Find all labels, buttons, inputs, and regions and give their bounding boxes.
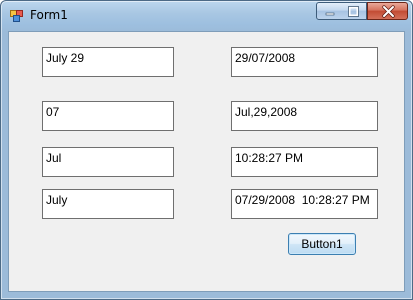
maximize-button[interactable] bbox=[341, 2, 367, 20]
textbox-right-4[interactable]: 07/29/2008 10:28:27 PM bbox=[231, 189, 378, 219]
textbox-left-1[interactable]: July 29 bbox=[42, 47, 174, 77]
textbox-right-3[interactable]: 10:28:27 PM bbox=[231, 147, 378, 177]
minimize-button[interactable] bbox=[316, 2, 342, 20]
textbox-left-3[interactable]: Jul bbox=[42, 147, 174, 177]
form-app-icon[interactable] bbox=[10, 8, 24, 22]
window-title: Form1 bbox=[30, 8, 68, 22]
textbox-right-1[interactable]: 29/07/2008 bbox=[231, 47, 378, 77]
button1[interactable]: Button1 bbox=[288, 233, 356, 255]
minimize-icon bbox=[325, 12, 335, 16]
form-client-area: July 29 07 Jul July 29/07/2008 Jul,29,20… bbox=[8, 31, 405, 292]
textbox-left-2[interactable]: 07 bbox=[42, 101, 174, 131]
textbox-left-4[interactable]: July bbox=[42, 189, 174, 219]
title-bar[interactable]: Form1 bbox=[1, 1, 412, 32]
textbox-right-2[interactable]: Jul,29,2008 bbox=[231, 101, 378, 131]
maximize-icon bbox=[348, 6, 359, 17]
form-window: Form1 July 29 07 Jul July 29/07/2008 Jul… bbox=[0, 0, 413, 300]
close-button[interactable] bbox=[367, 2, 408, 20]
close-icon bbox=[382, 5, 395, 18]
